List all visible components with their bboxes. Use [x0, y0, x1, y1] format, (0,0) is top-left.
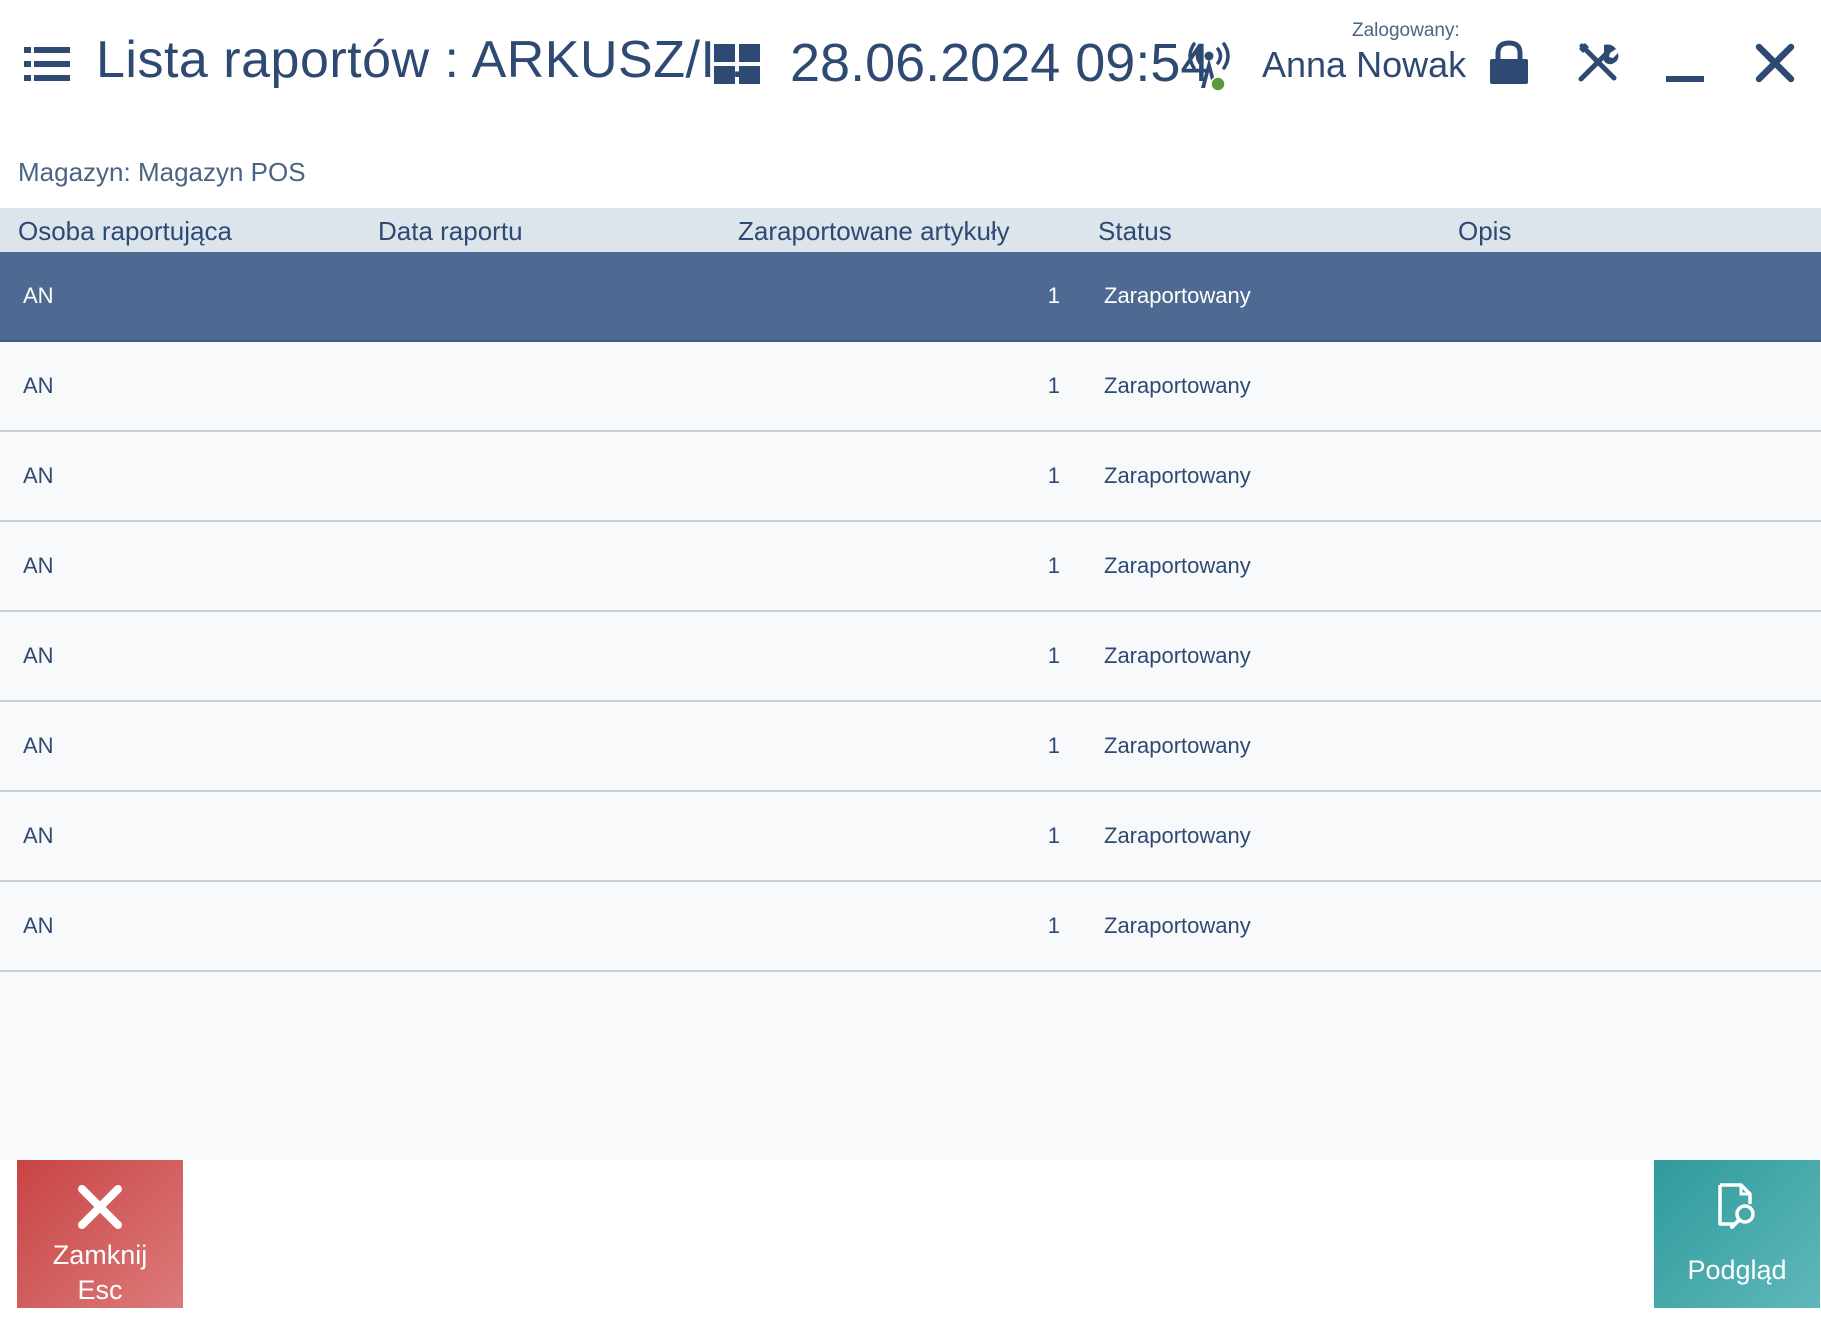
column-header-description[interactable]: Opis [1458, 216, 1511, 247]
user-name: Anna Nowak [1262, 44, 1467, 85]
table-row[interactable]: AN 1 Zaraportowany [0, 522, 1821, 612]
cell-person: AN [23, 823, 54, 848]
cell-articles-count: 1 [1047, 373, 1060, 398]
cell-person: AN [23, 913, 54, 938]
close-icon [75, 1182, 125, 1232]
datetime-display: 28.06.2024 09:54 [790, 33, 1211, 93]
page-title: Lista raportów : ARKUSZ/I... [96, 31, 761, 89]
cell-articles-count: 1 [1047, 283, 1060, 308]
cell-status: Zaraportowany [1104, 373, 1251, 398]
cell-articles-count: 1 [1047, 733, 1060, 758]
cell-person: AN [23, 283, 54, 308]
table-row[interactable]: AN 1 Zaraportowany [0, 612, 1821, 702]
cell-person: AN [23, 643, 54, 668]
cell-articles-count: 1 [1047, 643, 1060, 668]
tools-icon[interactable] [1576, 40, 1620, 84]
table-row[interactable]: AN 1 Zaraportowany [0, 792, 1821, 882]
warehouse-label: Magazyn: Magazyn POS [18, 157, 306, 187]
logged-in-label: Zalogowany: [1352, 20, 1460, 41]
cell-status: Zaraportowany [1104, 283, 1251, 308]
tiles-icon[interactable] [714, 44, 760, 84]
document-search-icon [1714, 1182, 1764, 1232]
cell-person: AN [23, 733, 54, 758]
column-header-person[interactable]: Osoba raportująca [18, 216, 232, 247]
lock-icon[interactable] [1488, 40, 1530, 86]
cell-status: Zaraportowany [1104, 643, 1251, 668]
preview-button-label: Podgląd [1687, 1255, 1787, 1285]
table-row[interactable]: AN 1 Zaraportowany [0, 702, 1821, 792]
cell-person: AN [23, 463, 54, 488]
cell-articles-count: 1 [1047, 553, 1060, 578]
menu-icon[interactable] [24, 45, 70, 83]
close-button-label: Zamknij [52, 1240, 148, 1270]
close-button-shortcut: Esc [77, 1275, 123, 1305]
preview-button[interactable]: Podgląd [1654, 1160, 1820, 1308]
cell-status: Zaraportowany [1104, 913, 1251, 938]
cell-person: AN [23, 553, 54, 578]
close-icon[interactable] [1754, 42, 1796, 84]
cell-person: AN [23, 373, 54, 398]
table-header: Osoba raportująca Data raportu Zaraporto… [0, 208, 1821, 252]
table-row[interactable]: AN 1 Zaraportowany [0, 252, 1821, 342]
reports-table: Osoba raportująca Data raportu Zaraporto… [0, 208, 1821, 1160]
signal-icon [1184, 38, 1234, 94]
column-header-status[interactable]: Status [1098, 216, 1172, 247]
column-header-articles[interactable]: Zaraportowane artykuły [738, 216, 1010, 247]
cell-status: Zaraportowany [1104, 823, 1251, 848]
table-row[interactable]: AN 1 Zaraportowany [0, 882, 1821, 972]
cell-articles-count: 1 [1047, 823, 1060, 848]
cell-articles-count: 1 [1047, 913, 1060, 938]
app-header: Lista raportów : ARKUSZ/I... 28.06.2024 … [0, 0, 1821, 130]
close-button[interactable]: Zamknij Esc [17, 1160, 183, 1308]
cell-status: Zaraportowany [1104, 733, 1251, 758]
cell-articles-count: 1 [1047, 463, 1060, 488]
table-row[interactable]: AN 1 Zaraportowany [0, 342, 1821, 432]
action-bar: Zamknij Esc Podgląd [0, 1160, 1821, 1320]
cell-status: Zaraportowany [1104, 553, 1251, 578]
minimize-icon[interactable] [1664, 48, 1706, 84]
column-header-date[interactable]: Data raportu [378, 216, 523, 247]
table-row[interactable]: AN 1 Zaraportowany [0, 432, 1821, 522]
cell-status: Zaraportowany [1104, 463, 1251, 488]
